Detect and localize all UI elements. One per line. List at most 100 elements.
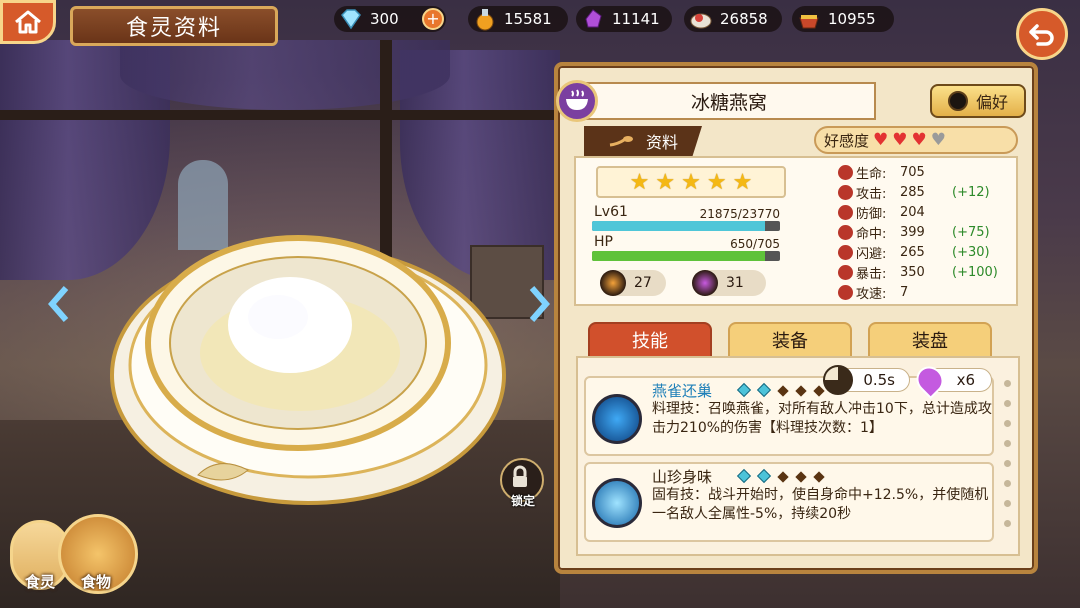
stat-accuracy: 命中: 399 (+75) [838,222,1008,242]
lock-label: 锁定 [510,494,535,508]
preference-button[interactable]: 偏好 [930,84,1026,118]
chevron-left-icon [48,286,69,322]
preference-label: 偏好 [975,93,1008,112]
stat-bonus: (+75) [952,224,990,240]
stat-value: 204 [900,204,925,220]
spoon-icon [609,136,633,147]
skill-2-description: 固有技：战斗开始时，使自身命中+12.5%，并使随机一名敌人全属性-5%，持续2… [652,487,989,522]
food-name: 冰糖燕窝 [582,82,876,120]
previous-arrow-button[interactable] [46,284,76,324]
skill-2-name: 山珍身味 [652,468,713,486]
stats-list: 生命: 705 攻击: 285 (+12) 防御: 204 命中: 399 (+75) 闪避… [838,162,1008,302]
back-button[interactable] [1016,8,1068,60]
heart-filled-icon: ♥ [892,129,908,150]
resource-crystal: 11141 [576,6,672,32]
home-icon [15,10,41,34]
speed-stat-icon [838,284,853,300]
item-slot-2[interactable]: 31 [692,270,766,296]
tab-plate[interactable]: 装盘 [868,322,992,358]
crosshair-stat-icon [838,224,853,240]
gem-inactive-icon [777,471,789,483]
info-tab[interactable]: 资料 [584,126,702,156]
skill-1-description: 料理技：召唤燕雀，对所有敌人冲击10下，总计造成攻击力210%的伤害【料理技次数… [652,401,992,436]
exp-value: 21875/23770 [699,207,780,221]
gem-inactive-icon [813,385,825,397]
affinity-meter: 好感度 ♥ ♥ ♥ ♥ [814,126,1018,154]
tab-skill[interactable]: 技能 [588,322,712,358]
gem-active-icon [736,382,752,398]
stat-value: 399 [900,224,925,240]
hp-label: HP [594,234,613,250]
resource-ingredient: 26858 [684,6,782,32]
gem-inactive-icon [795,471,807,483]
stat-bonus: (+100) [952,264,998,280]
crit-stat-icon [838,264,853,280]
shield-stat-icon [838,204,853,220]
gem-inactive-icon [795,385,807,397]
orange-potion-icon [600,270,626,296]
scroll-dot [1004,380,1011,387]
star-icon: ★ [681,169,701,195]
skill-1-gems [734,380,828,399]
item-slot-1[interactable]: 27 [600,270,666,296]
tab-equipment[interactable]: 装备 [728,322,852,358]
preference-indicator-icon [947,91,968,111]
stat-attack: 攻击: 285 (+12) [838,182,1008,202]
heart-empty-icon: ♥ [930,129,947,150]
stat-name: 闪避: [856,246,887,262]
gem-active-icon [756,382,772,398]
swallow-skill-icon [592,394,642,444]
stat-value: 7 [900,284,909,300]
cooldown-clock-icon [823,365,853,395]
heart-stat-icon [838,164,853,180]
energy-cost-indicator: x6 [910,360,992,400]
star-rating: ★ ★ ★ ★ ★ [596,166,786,198]
hp-bar-fill [592,251,765,261]
soup-type-icon [556,80,598,122]
exp-bar-fill [592,221,765,231]
star-icon: ★ [732,169,753,195]
page-title: 食灵资料 [70,6,278,46]
cooldown-value: 0.5s [863,371,895,389]
scroll-dot [1004,500,1011,507]
chevron-right-icon [529,286,550,322]
stat-value: 705 [900,164,925,180]
heart-filled-icon: ♥ [911,129,927,150]
diamond-count: 300 [370,10,399,28]
home-button[interactable] [0,0,56,44]
purple-crystal-icon [580,7,606,31]
gem-inactive-icon [813,471,825,483]
star-icon: ★ [655,169,676,195]
skill-1-name: 燕雀还巢 [652,382,713,400]
stat-name: 攻速: [856,286,887,302]
add-diamond-button[interactable]: + [422,8,444,30]
food-avatar-button[interactable]: 食物 [58,514,138,594]
scrollbar[interactable] [1004,380,1011,527]
next-arrow-button[interactable] [522,284,552,324]
stat-speed: 攻速: 7 [838,282,1008,302]
gem-active-icon [736,468,752,484]
stat-hp: 生命: 705 [838,162,1008,182]
stat-crit: 暴击: 350 (+100) [838,262,1008,282]
meat-ingredient-icon [688,7,714,31]
oil-count: 15581 [504,10,552,28]
star-icon: ★ [706,169,727,195]
resource-diamonds: 300 + [334,6,446,32]
stat-name: 暴击: [856,266,887,282]
level-label: Lv61 [594,204,628,220]
stat-name: 防御: [856,206,887,222]
scroll-dot [1004,460,1011,467]
stat-bonus: (+30) [952,244,990,260]
affinity-label: 好感度 [824,131,870,150]
scroll-dot [1004,440,1011,447]
gem-inactive-icon [777,385,789,397]
food-count: 10955 [828,10,876,28]
lock-button[interactable]: 锁定 [500,458,546,512]
stat-value: 285 [900,184,925,200]
return-arrow-icon [1029,24,1054,46]
stat-name: 生命: [856,166,887,182]
dish-illustration [108,225,508,525]
item-count-1: 27 [634,275,652,291]
stat-name: 攻击: [856,186,887,202]
oil-flask-icon [472,7,498,31]
